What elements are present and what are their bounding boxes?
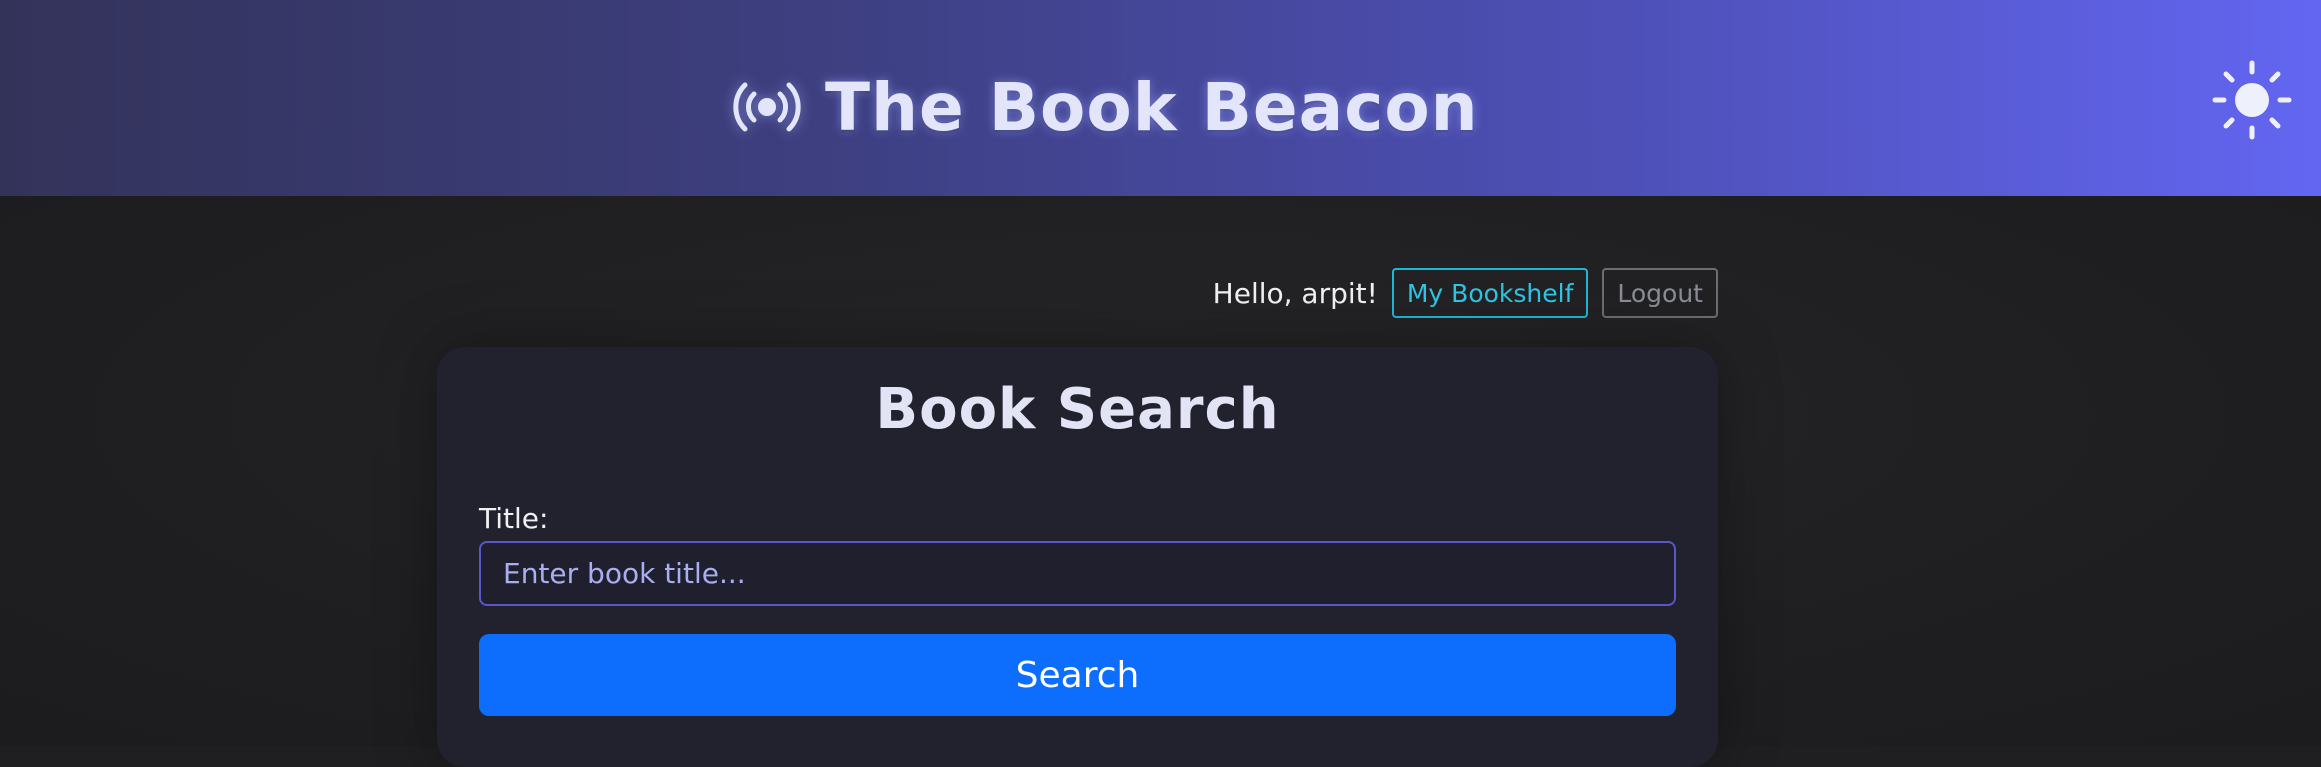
sun-icon [2212,60,2292,140]
theme-toggle-button[interactable] [2212,60,2292,140]
card-heading: Book Search [875,377,1280,442]
app-header: The Book Beacon [0,0,2321,196]
search-button[interactable]: Search [479,634,1676,716]
app-title: The Book Beacon [825,68,1479,146]
title-field-label: Title: [479,502,549,535]
user-greeting: Hello, arpit! [1212,276,1378,310]
user-bar: Hello, arpit! My Bookshelf Logout [1213,266,1718,320]
logout-button[interactable]: Logout [1602,268,1718,318]
my-bookshelf-button[interactable]: My Bookshelf [1391,268,1589,318]
broadcast-beacon-icon [733,82,801,132]
brand: The Book Beacon [727,62,1479,152]
title-search-input[interactable] [479,541,1676,606]
